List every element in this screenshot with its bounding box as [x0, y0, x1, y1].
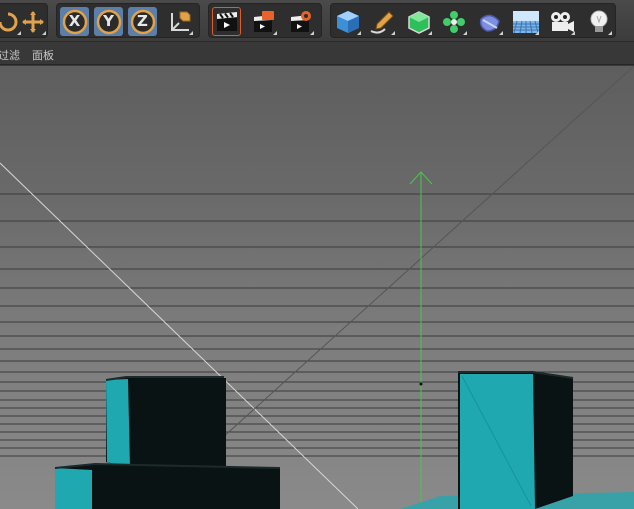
y-axis-lock-button[interactable]: Y — [94, 7, 123, 36]
clapper-icon — [216, 11, 237, 31]
3d-viewport[interactable] — [0, 66, 634, 509]
floor-button[interactable] — [511, 7, 540, 36]
clapper-gear-icon — [290, 10, 311, 32]
bulb-icon — [590, 10, 607, 32]
viewport-scene — [0, 66, 634, 509]
camera-button[interactable] — [547, 7, 576, 36]
light-button[interactable] — [584, 7, 613, 36]
transform-tools-group — [0, 3, 48, 38]
pen-spline-button[interactable] — [367, 7, 396, 36]
x-axis-label: X — [68, 12, 81, 30]
render-group — [208, 3, 322, 38]
box-right — [458, 371, 574, 509]
move-tool-button[interactable] — [18, 7, 47, 36]
clapper-orange-icon — [253, 10, 274, 32]
axis-lock-group: X Y Z — [56, 3, 200, 38]
menu-panel[interactable]: 面板 — [32, 47, 54, 63]
main-toolbar: X Y Z — [0, 0, 634, 42]
box-top-left — [105, 376, 226, 468]
deformer-button[interactable] — [475, 7, 504, 36]
world-origin-dot — [419, 382, 423, 386]
box-bottom-left — [54, 462, 281, 509]
cube-object-button[interactable] — [333, 7, 362, 36]
camera-icon — [550, 11, 574, 32]
render-view-button[interactable] — [212, 7, 241, 36]
move-tool-icon — [21, 10, 44, 33]
y-axis-label: Y — [103, 12, 114, 30]
render-settings-button[interactable] — [286, 7, 315, 36]
menu-filter[interactable]: 过滤 — [0, 47, 20, 63]
cloner-button[interactable] — [439, 7, 468, 36]
z-axis-label: Z — [137, 12, 148, 30]
subdivision-button[interactable] — [404, 7, 433, 36]
z-axis-lock-button[interactable]: Z — [128, 7, 157, 36]
viewport-menubar: 过滤 面板 — [0, 42, 634, 65]
x-axis-lock-button[interactable]: X — [60, 7, 89, 36]
render-to-picture-viewer-button[interactable] — [249, 7, 278, 36]
rotate-tool-icon — [0, 12, 17, 31]
coordinate-system-button[interactable] — [165, 7, 194, 36]
create-objects-group — [330, 3, 616, 38]
